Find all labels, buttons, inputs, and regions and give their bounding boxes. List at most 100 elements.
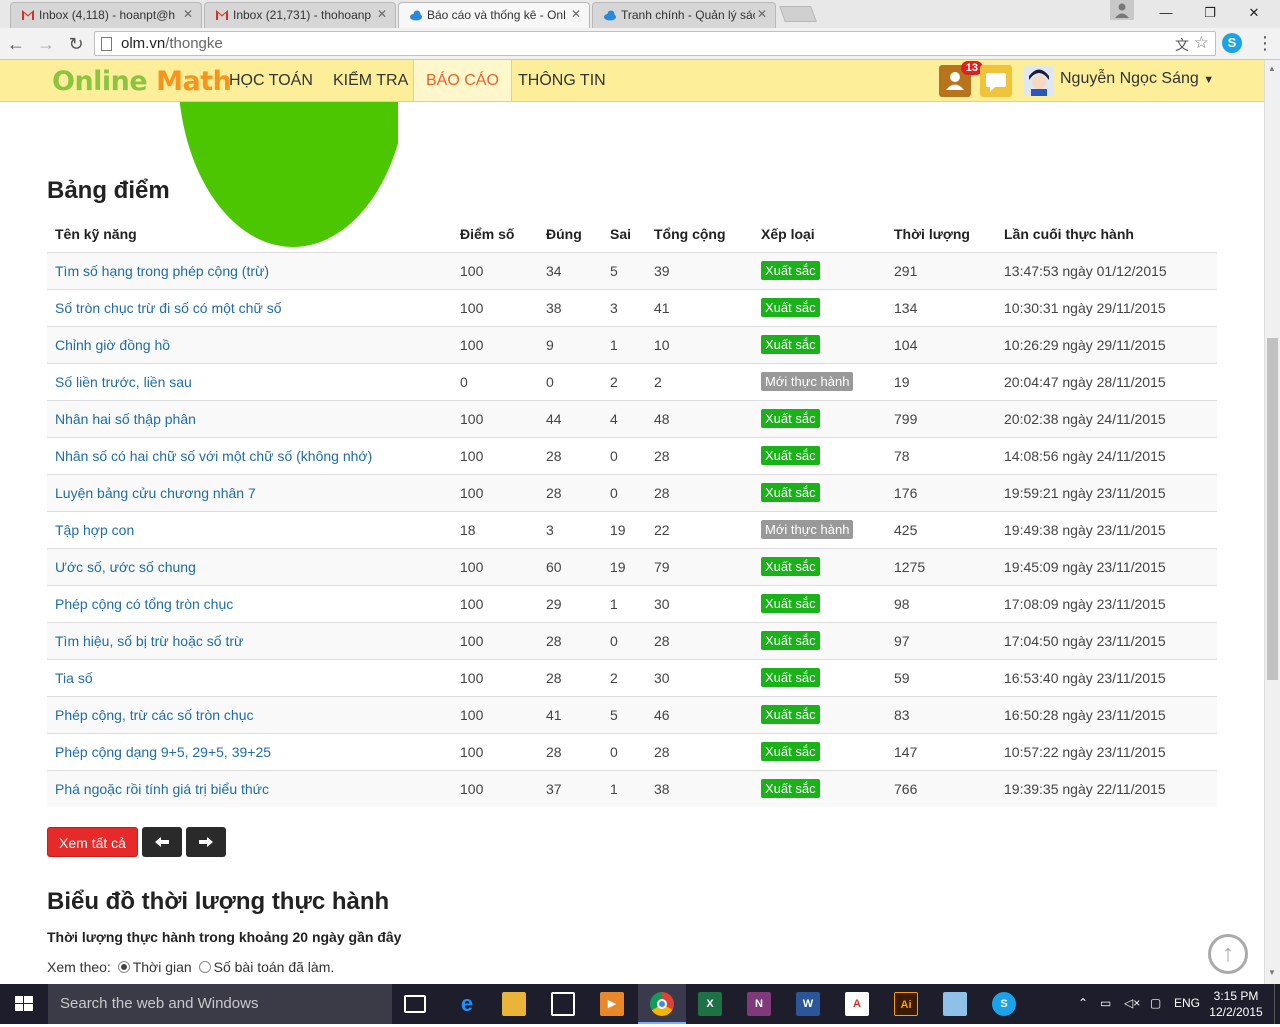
excel-icon[interactable]: X bbox=[698, 992, 722, 1016]
prev-page-button[interactable] bbox=[142, 827, 182, 857]
arrow-left-icon bbox=[155, 837, 169, 847]
next-page-button[interactable] bbox=[186, 827, 226, 857]
reload-icon[interactable]: ↻ bbox=[64, 32, 88, 56]
start-button[interactable] bbox=[0, 984, 48, 1024]
radio-problems[interactable] bbox=[198, 961, 211, 973]
word-icon[interactable]: W bbox=[796, 992, 820, 1016]
nav-thong-tin[interactable]: THÔNG TIN bbox=[506, 60, 618, 101]
scroll-down-icon[interactable]: ▼ bbox=[1268, 968, 1276, 977]
cell-duration: 97 bbox=[886, 621, 996, 659]
address-bar[interactable]: olm.vn/thongke 文 ☆ bbox=[94, 31, 1216, 56]
skill-link[interactable]: Tìm hiệu, số bị trừ hoặc số trừ bbox=[55, 633, 243, 649]
skill-link[interactable]: Nhân hai số thập phân bbox=[55, 411, 196, 427]
avatar[interactable] bbox=[1024, 66, 1054, 96]
browser-tab-0[interactable]: Inbox (4,118) - hoanpt@h ✕ bbox=[10, 2, 202, 28]
file-explorer-icon[interactable] bbox=[502, 992, 526, 1016]
cell-score: 100 bbox=[452, 695, 538, 733]
skill-link[interactable]: Nhân số có hai chữ số với một chữ số (kh… bbox=[55, 448, 372, 464]
skill-link[interactable]: Chỉnh giờ đồng hồ bbox=[55, 337, 170, 353]
browser-tab-3[interactable]: Tranh chính - Quản lý sách ✕ bbox=[592, 2, 776, 28]
nav-hoc-toan[interactable]: HỌC TOÁN bbox=[217, 60, 325, 101]
skill-link[interactable]: Tập hợp con bbox=[55, 522, 134, 538]
cell-skill: Tìm hiệu, số bị trừ hoặc số trừ bbox=[47, 621, 452, 659]
browser-tab-1[interactable]: Inbox (21,731) - thohoanp ✕ bbox=[204, 2, 396, 28]
skill-link[interactable]: Tìm số hạng trong phép cộng (trừ) bbox=[55, 263, 269, 279]
taskbar-clock[interactable]: 3:15 PM 12/2/2015 bbox=[1206, 988, 1266, 1020]
show-desktop-button[interactable] bbox=[1274, 984, 1280, 1024]
store-icon[interactable] bbox=[551, 992, 575, 1016]
skill-link[interactable]: Số tròn chục trừ đi số có một chữ số bbox=[55, 300, 282, 316]
acrobat-icon[interactable]: A bbox=[845, 992, 869, 1016]
nav-bao-cao[interactable]: BÁO CÁO bbox=[413, 60, 512, 101]
cell-score: 100 bbox=[452, 288, 538, 326]
skill-link[interactable]: Phép cộng có tổng tròn chục bbox=[55, 596, 233, 612]
cell-skill: Luyện bảng cửu chương nhân 7 bbox=[47, 473, 452, 511]
skill-link[interactable]: Luyện bảng cửu chương nhân 7 bbox=[55, 485, 256, 501]
cell-wrong: 2 bbox=[602, 658, 646, 696]
radio-time-label[interactable]: Thời gian bbox=[133, 959, 192, 975]
view-all-button[interactable]: Xem tất cả bbox=[47, 827, 138, 857]
site-header: Online Math HỌC TOÁN KIỂM TRA BÁO CÁO TH… bbox=[0, 60, 1264, 102]
close-window-icon[interactable]: ✕ bbox=[1234, 2, 1274, 24]
radio-time[interactable] bbox=[117, 961, 130, 973]
skype-icon[interactable]: S bbox=[992, 992, 1016, 1016]
close-icon[interactable]: ✕ bbox=[571, 7, 581, 21]
onenote-icon[interactable]: N bbox=[747, 992, 771, 1016]
skill-link[interactable]: Phép cộng, trừ các số tròn chục bbox=[55, 707, 253, 723]
col-last-practiced: Lần cuối thực hành bbox=[996, 216, 1217, 253]
nav-kiem-tra[interactable]: KIỂM TRA bbox=[321, 60, 420, 101]
friends-button[interactable]: 13 bbox=[939, 61, 983, 97]
cell-last-practiced: 14:08:56 ngày 24/11/2015 bbox=[996, 436, 1217, 474]
language-indicator[interactable]: ENG bbox=[1174, 996, 1200, 1010]
task-view-icon[interactable] bbox=[404, 995, 426, 1013]
skill-link[interactable]: Phá ngoặc rồi tính giá trị biểu thức bbox=[55, 781, 269, 797]
cell-correct: 38 bbox=[538, 288, 602, 326]
back-icon[interactable]: ← bbox=[4, 32, 28, 56]
chrome-icon[interactable] bbox=[650, 992, 674, 1016]
scroll-to-top-button[interactable]: ↑ bbox=[1208, 934, 1248, 974]
forward-icon[interactable]: → bbox=[34, 32, 58, 56]
site-logo[interactable]: Online Math bbox=[52, 66, 232, 97]
minimize-icon[interactable]: — bbox=[1146, 2, 1186, 24]
tab-title: Inbox (21,731) - thohoanp bbox=[233, 8, 372, 22]
cell-rank: Xuất sắc bbox=[753, 325, 886, 363]
rank-badge: Xuất sắc bbox=[761, 594, 820, 613]
browser-tab-2[interactable]: Báo cáo và thống kê - Onl ✕ bbox=[398, 2, 590, 28]
restore-icon[interactable]: ❐ bbox=[1190, 2, 1230, 24]
menu-icon[interactable]: ⋮ bbox=[1256, 33, 1274, 53]
volume-icon[interactable]: ◁× bbox=[1124, 996, 1140, 1010]
cell-total: 46 bbox=[646, 695, 753, 733]
close-icon[interactable]: ✕ bbox=[377, 7, 387, 21]
edge-icon[interactable]: e bbox=[455, 992, 479, 1016]
star-icon[interactable]: ☆ bbox=[1194, 33, 1209, 53]
tray-chevron-icon[interactable]: ⌃ bbox=[1078, 996, 1088, 1010]
network-icon[interactable]: ▭ bbox=[1100, 996, 1111, 1010]
scrollbar-thumb[interactable] bbox=[1267, 338, 1278, 680]
translate-icon[interactable]: 文 bbox=[1175, 35, 1189, 55]
cell-last-practiced: 20:04:47 ngày 28/11/2015 bbox=[996, 362, 1217, 400]
page-scrollbar[interactable]: ▲ ▼ bbox=[1264, 60, 1280, 984]
skill-link[interactable]: Phép cộng dạng 9+5, 29+5, 39+25 bbox=[55, 744, 271, 760]
illustrator-icon[interactable]: Ai bbox=[894, 992, 918, 1016]
cell-wrong: 1 bbox=[602, 325, 646, 363]
action-center-icon[interactable]: ▢ bbox=[1150, 996, 1161, 1010]
close-icon[interactable]: ✕ bbox=[183, 7, 193, 21]
cell-skill: Phép cộng, trừ các số tròn chục bbox=[47, 695, 452, 733]
close-icon[interactable]: ✕ bbox=[757, 7, 767, 21]
radio-problems-label[interactable]: Số bài toán đã làm. bbox=[214, 959, 335, 975]
skill-link[interactable]: Tia số bbox=[55, 670, 93, 686]
media-player-icon[interactable]: ▶ bbox=[600, 992, 624, 1016]
skill-link[interactable]: Số liền trước, liền sau bbox=[55, 374, 192, 390]
scroll-up-icon[interactable]: ▲ bbox=[1268, 64, 1276, 73]
profile-icon[interactable] bbox=[1110, 0, 1134, 20]
skill-link[interactable]: Ước số, ước số chung bbox=[55, 559, 196, 575]
new-tab-button[interactable] bbox=[779, 6, 817, 22]
skype-extension-icon[interactable]: S bbox=[1222, 33, 1242, 53]
cell-skill: Tia số bbox=[47, 658, 452, 696]
cell-total: 28 bbox=[646, 732, 753, 770]
taskbar-search[interactable]: Search the web and Windows bbox=[48, 984, 392, 1024]
cell-last-practiced: 10:30:31 ngày 29/11/2015 bbox=[996, 288, 1217, 326]
user-menu[interactable]: Nguyễn Ngọc Sáng ▼ bbox=[1060, 70, 1214, 88]
app-icon[interactable] bbox=[943, 992, 967, 1016]
messages-button[interactable] bbox=[980, 65, 1012, 97]
